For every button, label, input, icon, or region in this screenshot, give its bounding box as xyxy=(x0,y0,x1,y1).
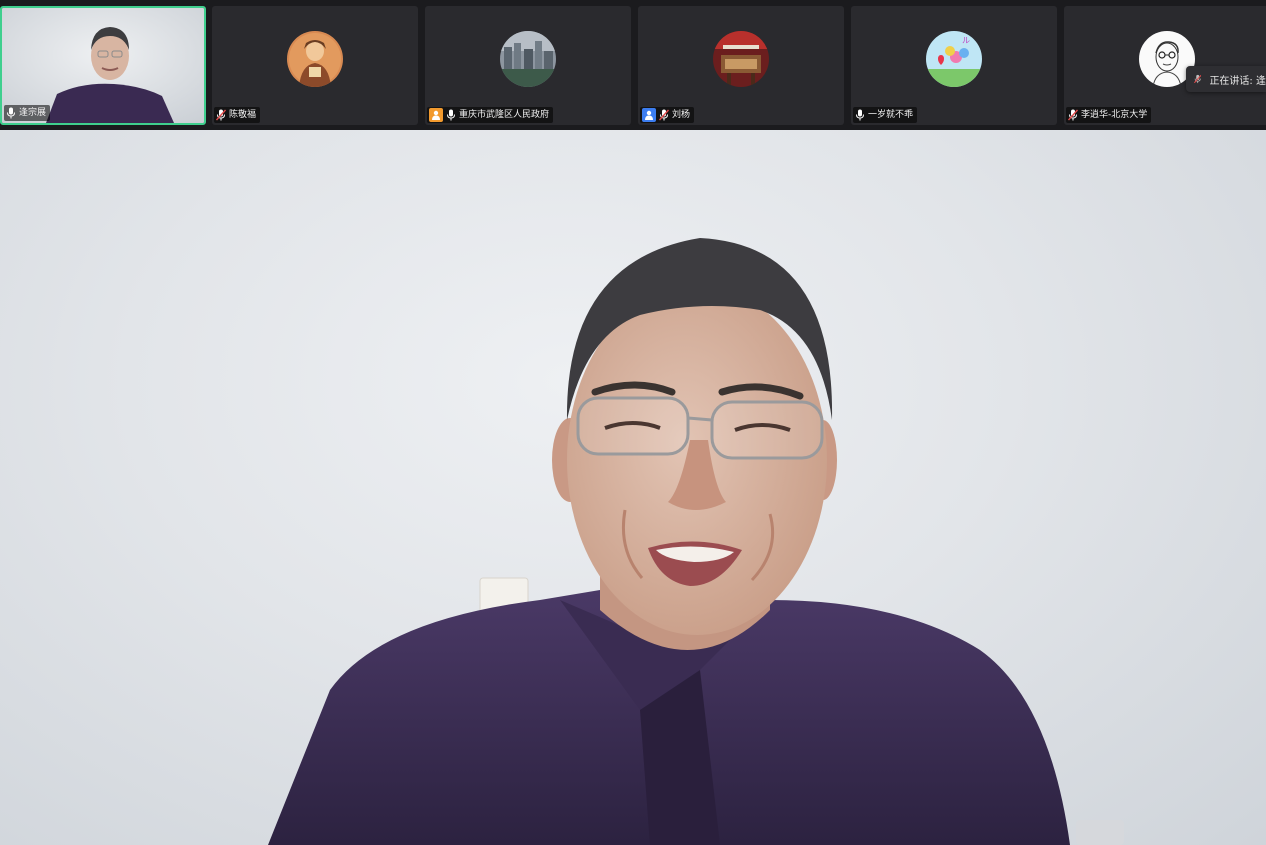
participant-label: 重庆市武隆区人民政府 xyxy=(427,107,554,123)
participant-label: 逢宗展 xyxy=(4,105,51,121)
speaking-indicator[interactable]: 正在讲话: 逢 xyxy=(1186,66,1266,92)
participant-strip: 逢宗展 陈敬福 重庆市武隆区人民政府 刘杨 ル 一岁就不乖 李逍华-北京大学 正… xyxy=(0,0,1266,130)
participant-label: 一岁就不乖 xyxy=(853,107,918,123)
mic-icon xyxy=(447,109,455,121)
person-icon xyxy=(429,108,443,122)
city-photo-avatar xyxy=(500,31,556,87)
painted-portrait-avatar xyxy=(287,31,343,87)
participant-tile-3[interactable]: 重庆市武隆区人民政府 xyxy=(425,6,631,125)
participant-name: 逢宗展 xyxy=(19,108,47,118)
participant-name: 重庆市武隆区人民政府 xyxy=(459,110,550,120)
mic-muted-icon xyxy=(216,109,226,121)
mic-icon xyxy=(7,107,15,119)
svg-text:ル: ル xyxy=(962,36,970,45)
participant-name: 刘杨 xyxy=(672,110,691,120)
participant-tile-2[interactable]: 陈敬福 xyxy=(212,6,418,125)
main-speaker-video[interactable] xyxy=(0,130,1266,845)
person-icon xyxy=(642,108,656,122)
speaking-label: 正在讲话: 逢 xyxy=(1209,75,1266,87)
mic-icon xyxy=(856,109,864,121)
mic-muted-icon xyxy=(659,109,669,121)
red-room-avatar xyxy=(713,31,769,87)
participant-label: 李逍华-北京大学 xyxy=(1066,107,1152,123)
mic-muted-icon xyxy=(1068,109,1078,121)
participant-tile-1[interactable]: 逢宗展 xyxy=(0,6,206,125)
participant-tile-5[interactable]: ル 一岁就不乖 xyxy=(851,6,1057,125)
meeting-window: 逢宗展 陈敬福 重庆市武隆区人民政府 刘杨 ル 一岁就不乖 李逍华-北京大学 正… xyxy=(0,0,1266,845)
participant-name: 陈敬福 xyxy=(229,110,257,120)
participant-label: 陈敬福 xyxy=(214,107,261,123)
participant-label: 刘杨 xyxy=(640,107,695,123)
speaker-video-frame xyxy=(268,238,1124,845)
mic-muted-icon xyxy=(1194,74,1202,84)
participant-name: 李逍华-北京大学 xyxy=(1081,110,1148,120)
cartoon-flowers-avatar: ル xyxy=(926,31,982,87)
participant-name: 一岁就不乖 xyxy=(868,110,914,120)
participant-tile-4[interactable]: 刘杨 xyxy=(638,6,844,125)
